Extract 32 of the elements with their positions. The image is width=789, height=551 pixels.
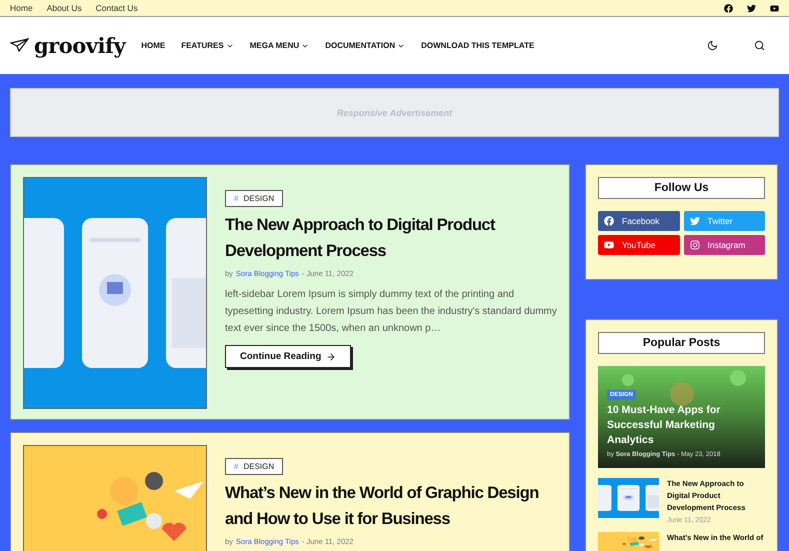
- play-icon: [604, 240, 614, 250]
- top-link[interactable]: About Us: [46, 3, 82, 13]
- camera-icon: [690, 240, 700, 250]
- bird-icon: [690, 216, 700, 226]
- bird-icon[interactable]: [747, 4, 756, 12]
- top-link[interactable]: Home: [10, 3, 33, 13]
- facebook-icon: [604, 216, 614, 226]
- widget-title: Follow Us: [598, 177, 765, 199]
- play-icon[interactable]: [770, 4, 779, 12]
- nav-link[interactable]: FEATURES: [181, 41, 234, 50]
- nav-link[interactable]: DOWNLOAD THIS TEMPLATE: [421, 41, 534, 50]
- widget-title: Popular Posts: [598, 332, 765, 354]
- search-icon[interactable]: [754, 40, 765, 51]
- social-button[interactable]: Instagram: [684, 235, 765, 255]
- nav-link[interactable]: HOME: [141, 41, 166, 50]
- post-title[interactable]: The New Approach to Digital Product Development Process: [225, 212, 557, 264]
- social-button[interactable]: YouTube: [598, 235, 680, 255]
- arrow-right-icon: [326, 352, 336, 362]
- moon-icon[interactable]: [707, 40, 718, 51]
- facebook-icon[interactable]: [724, 4, 733, 12]
- post-title[interactable]: What’s New in the World of Graphic Design and How to Use it for Business: [225, 480, 557, 532]
- continue-reading-button[interactable]: Continue Reading: [225, 345, 352, 368]
- nav-link[interactable]: MEGA MENU: [250, 41, 310, 50]
- post-excerpt: left-sidebar Lorem Ipsum is simply dummy text of the printing and typesetting industry. Lorem Ipsum has been the industry's standard dummy text ever since the 1500s, when an unknown p…: [225, 288, 557, 336]
- top-link[interactable]: Contact Us: [96, 3, 138, 13]
- tag-label[interactable]: # DESIGN: [225, 458, 284, 475]
- tag-label[interactable]: # DESIGN: [225, 190, 284, 207]
- social-button[interactable]: Facebook: [598, 211, 680, 231]
- paper-plane-icon: [10, 36, 30, 54]
- featured-post-title[interactable]: 10 Must-Have Apps for Successful Marketing Analytics: [607, 403, 757, 448]
- nav-link[interactable]: DOCUMENTATION: [325, 41, 406, 50]
- logo[interactable]: groovify: [34, 33, 126, 58]
